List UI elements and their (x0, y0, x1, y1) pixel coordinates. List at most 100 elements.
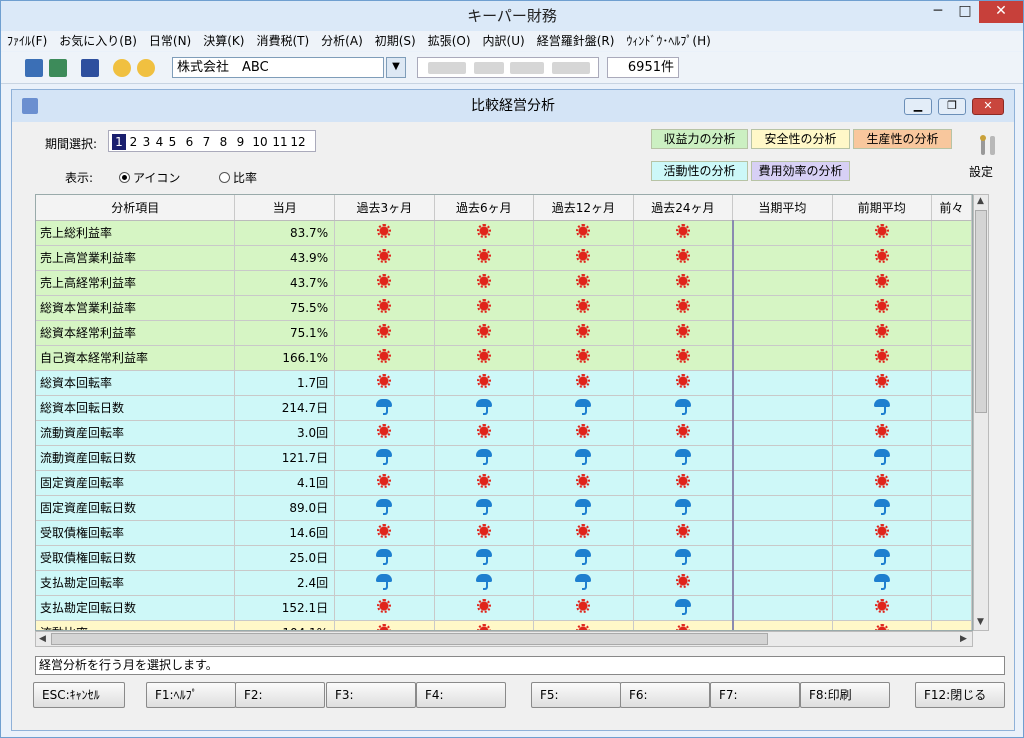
function-key-1[interactable]: F1:ﾍﾙﾌﾟ (146, 682, 236, 708)
period-2[interactable]: 2 (127, 134, 140, 150)
function-key-0[interactable]: ESC:ｷｬﾝｾﾙ (33, 682, 125, 708)
table-row[interactable]: 受取債権回転日数 25.0日 (36, 545, 972, 571)
table-row[interactable]: 支払勘定回転率 2.4回 (36, 570, 972, 596)
function-key-4[interactable]: F4: (416, 682, 506, 708)
scroll-right-icon[interactable]: ▶ (960, 634, 967, 644)
column-header[interactable]: 過去3ヶ月 (334, 195, 435, 221)
menu-item-9[interactable]: 経営羅針盤(R) (531, 31, 621, 51)
scroll-up-icon[interactable]: ▲ (977, 196, 984, 206)
company-select[interactable]: 株式会社 ABC (172, 57, 384, 78)
function-key-7[interactable]: F7: (710, 682, 800, 708)
menu-item-7[interactable]: 拡張(O) (422, 31, 477, 51)
indicator-cell (832, 345, 933, 371)
umbrella-icon (376, 449, 393, 465)
chevron-down-icon[interactable]: ▼ (386, 57, 406, 78)
cost-efficiency-analysis-button[interactable]: 費用効率の分析 (751, 161, 850, 181)
indicator-cell (434, 270, 535, 296)
period-12[interactable]: 12 (289, 134, 307, 150)
minimize-button[interactable]: ─ (923, 1, 953, 23)
column-header[interactable]: 前期平均 (832, 195, 933, 221)
function-key-9[interactable]: F12:閉じる (915, 682, 1005, 708)
function-key-5[interactable]: F5: (531, 682, 621, 708)
umbrella-icon (575, 549, 592, 565)
vertical-scroll-thumb[interactable] (975, 210, 987, 413)
dialog-minimize-button[interactable]: ▁ (904, 98, 932, 115)
table-row[interactable]: 受取債権回転率 14.6回 (36, 520, 972, 546)
period-5[interactable]: 5 (166, 134, 179, 150)
monitor-icon[interactable] (81, 59, 99, 77)
column-header[interactable]: 過去12ヶ月 (533, 195, 634, 221)
settings-label[interactable]: 設定 (969, 163, 993, 180)
dialog-close-button[interactable]: ✕ (972, 98, 1004, 115)
close-button[interactable]: ✕ (979, 1, 1023, 23)
settings-icon[interactable] (977, 134, 999, 158)
period-3[interactable]: 3 (140, 134, 153, 150)
table-row[interactable]: 総資本経常利益率 75.1% (36, 320, 972, 346)
menu-item-4[interactable]: 消費税(T) (250, 31, 315, 51)
sun-icon (476, 299, 491, 313)
profitability-analysis-button[interactable]: 収益力の分析 (651, 129, 748, 149)
horizontal-scrollbar[interactable]: ◀ ▶ (35, 631, 973, 647)
row-label: 受取債権回転日数 (36, 545, 236, 571)
period-11[interactable]: 11 (271, 134, 289, 150)
function-key-8[interactable]: F8:印刷 (800, 682, 890, 708)
table-row[interactable]: 売上高経常利益率 43.7% (36, 270, 972, 296)
period-4[interactable]: 4 (153, 134, 166, 150)
current-month-value: 152.1日 (234, 595, 336, 621)
table-row[interactable]: 固定資産回転日数 89.0日 (36, 495, 972, 521)
menu-item-3[interactable]: 決算(K) (197, 31, 250, 51)
radio-ratio-option[interactable]: 比率 (219, 169, 257, 186)
column-header[interactable]: 過去6ヶ月 (434, 195, 535, 221)
table-row[interactable]: 総資本回転日数 214.7日 (36, 395, 972, 421)
table-row[interactable]: 流動比率104.1% (36, 620, 972, 630)
zoom-out-icon[interactable] (137, 59, 155, 77)
table-row[interactable]: 売上総利益率 83.7% (36, 220, 972, 246)
sun-icon (476, 374, 491, 388)
vertical-scrollbar[interactable]: ▲ ▼ (973, 194, 989, 631)
menu-item-10[interactable]: ｳｨﾝﾄﾞｳ･ﾍﾙﾌﾟ(H) (620, 31, 716, 51)
menu-item-8[interactable]: 内訳(U) (477, 31, 531, 51)
period-7[interactable]: 7 (200, 134, 213, 150)
scroll-down-icon[interactable]: ▼ (977, 617, 984, 627)
menu-item-1[interactable]: お気に入り(B) (53, 31, 143, 51)
activity-analysis-button[interactable]: 活動性の分析 (651, 161, 748, 181)
column-header[interactable]: 過去24ヶ月 (633, 195, 734, 221)
menu-item-0[interactable]: ﾌｧｲﾙ(F) (1, 31, 53, 51)
table-row[interactable]: 総資本営業利益率 75.5% (36, 295, 972, 321)
save-icon[interactable] (25, 59, 43, 77)
function-key-6[interactable]: F6: (620, 682, 710, 708)
period-9[interactable]: 9 (234, 134, 247, 150)
column-header[interactable]: 当期平均 (732, 195, 833, 221)
sun-icon (377, 599, 392, 613)
period-6[interactable]: 6 (183, 134, 196, 150)
column-header[interactable]: 分析項目 (36, 195, 236, 221)
table-row[interactable]: 支払勘定回転日数 152.1日 (36, 595, 972, 621)
function-key-3[interactable]: F3: (326, 682, 416, 708)
column-header[interactable]: 当月 (234, 195, 336, 221)
table-row[interactable]: 自己資本経常利益率 166.1% (36, 345, 972, 371)
productivity-analysis-button[interactable]: 生産性の分析 (853, 129, 952, 149)
table-row[interactable]: 総資本回転率 1.7回 (36, 370, 972, 396)
indicator-cell (832, 295, 933, 321)
menu-item-5[interactable]: 分析(A) (315, 31, 369, 51)
dialog-restore-button[interactable]: ❐ (938, 98, 966, 115)
menu-item-6[interactable]: 初期(S) (369, 31, 422, 51)
function-key-2[interactable]: F2: (235, 682, 325, 708)
zoom-in-icon[interactable] (113, 59, 131, 77)
table-row[interactable]: 売上高営業利益率 43.9% (36, 245, 972, 271)
column-header[interactable]: 前々 (931, 195, 972, 221)
period-8[interactable]: 8 (217, 134, 230, 150)
horizontal-scroll-thumb[interactable] (51, 633, 768, 645)
period-1[interactable]: 1 (112, 134, 126, 150)
table-row[interactable]: 流動資産回転率 3.0回 (36, 420, 972, 446)
period-10[interactable]: 10 (251, 134, 269, 150)
table-row[interactable]: 固定資産回転率 4.1回 (36, 470, 972, 496)
table-row[interactable]: 流動資産回転日数 121.7日 (36, 445, 972, 471)
scroll-left-icon[interactable]: ◀ (39, 634, 46, 644)
menu-item-2[interactable]: 日常(N) (143, 31, 197, 51)
maximize-button[interactable]: □ (951, 1, 979, 23)
save-add-icon[interactable] (49, 59, 67, 77)
radio-icon-option[interactable]: アイコン (119, 169, 180, 186)
indicator-cell (832, 445, 933, 471)
safety-analysis-button[interactable]: 安全性の分析 (751, 129, 850, 149)
